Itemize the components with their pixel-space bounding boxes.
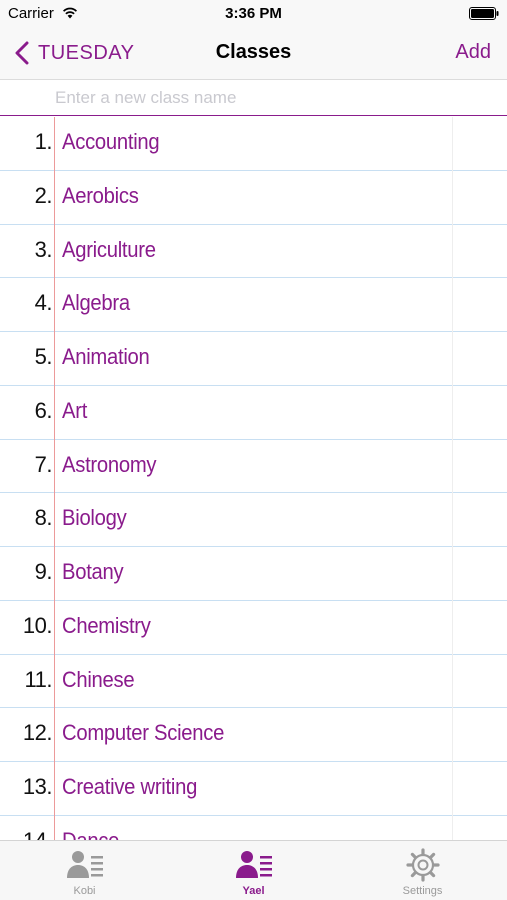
row-number: 10. [22, 612, 53, 638]
class-name: Dance [62, 828, 119, 840]
row-number: 7. [34, 451, 53, 477]
row-number: 8. [34, 505, 53, 531]
list-item[interactable]: 8. Biology [0, 493, 507, 547]
row-number: 12. [22, 720, 53, 746]
status-bar: Carrier 3:36 PM [0, 0, 507, 28]
row-number: 11. [24, 666, 53, 692]
class-name: Biology [62, 505, 127, 531]
class-name: Aerobics [62, 182, 139, 208]
contact-card-icon [235, 851, 272, 878]
class-name: Botany [62, 559, 124, 584]
list-item[interactable]: 7. Astronomy [0, 440, 507, 494]
navigation-bar: TUESDAY Classes Add [0, 28, 507, 80]
clock-label: 3:36 PM [225, 5, 282, 22]
row-number: 9. [34, 559, 53, 584]
list-item[interactable]: 5. Animation [0, 332, 507, 386]
new-class-name-input[interactable] [0, 81, 507, 116]
class-rows: 1. Accounting 2. Aerobics 3. Agriculture 4. Alg… [0, 117, 507, 840]
list-item[interactable]: 6. Art [0, 386, 507, 440]
row-number: 2. [34, 182, 53, 208]
row-number: 6. [34, 397, 53, 423]
class-name: Algebra [62, 290, 130, 316]
class-name: Chinese [62, 666, 135, 692]
add-button[interactable]: Add [455, 41, 491, 64]
class-name: Animation [62, 344, 150, 369]
list-item[interactable]: 9. Botany [0, 547, 507, 601]
list-item[interactable]: 2. Aerobics [0, 171, 507, 225]
class-name: Astronomy [62, 451, 157, 477]
class-name: Accounting [62, 129, 160, 154]
row-number: 13. [22, 774, 53, 799]
row-number: 5. [34, 344, 53, 369]
list-item[interactable]: 1. Accounting [0, 117, 507, 171]
class-name: Creative writing [62, 774, 198, 799]
tab-kobi[interactable]: Kobi [0, 841, 169, 900]
list-item[interactable]: 14. Dance [0, 816, 507, 840]
row-number: 1. [34, 129, 53, 154]
tab-label: Kobi [73, 885, 96, 897]
list-item[interactable]: 10. Chemistry [0, 601, 507, 655]
tab-bar: Kobi Yael Settings [0, 840, 507, 900]
tab-label: Settings [402, 885, 443, 897]
class-name: Computer Science [62, 720, 225, 746]
class-name: Art [62, 397, 88, 423]
list-item[interactable]: 3. Agriculture [0, 225, 507, 279]
margin-line [54, 117, 55, 840]
right-margin-line [452, 117, 453, 840]
list-item[interactable]: 4. Algebra [0, 278, 507, 332]
row-number: 14. [0, 828, 53, 840]
list-item[interactable]: 13. Creative writing [0, 762, 507, 816]
gear-icon [405, 848, 440, 882]
row-number: 4. [34, 290, 53, 316]
row-number: 3. [34, 236, 53, 262]
class-list[interactable]: 1. Accounting 2. Aerobics 3. Agriculture 4. Alg… [0, 117, 507, 840]
contact-card-icon [66, 851, 103, 878]
list-item[interactable]: 11. Chinese [0, 655, 507, 709]
class-name: Chemistry [62, 612, 151, 638]
class-name: Agriculture [62, 236, 156, 262]
tab-settings[interactable]: Settings [338, 841, 507, 900]
battery-icon [469, 7, 499, 20]
list-item[interactable]: 12. Computer Science [0, 708, 507, 762]
tab-yael[interactable]: Yael [169, 841, 338, 900]
tab-label: Yael [242, 885, 265, 897]
page-title: Classes [215, 41, 292, 63]
